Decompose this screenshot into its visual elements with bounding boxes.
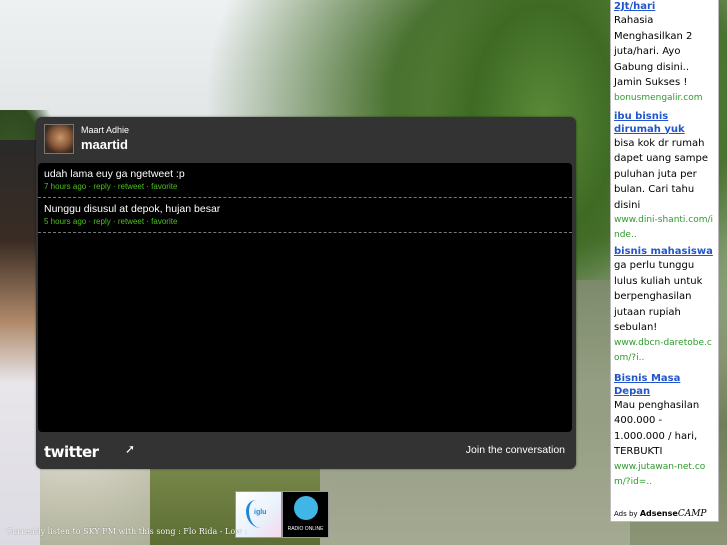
ad-item: Bisnis Masa Depan Mau penghasilan 400.00… <box>611 372 718 490</box>
ad-item: bisnis mahasiswa ga perlu tunggu lulus k… <box>611 245 718 366</box>
ad-item: 2Jt/hari Rahasia Menghasilkan 2 juta/har… <box>611 0 718 106</box>
ads-footer[interactable]: Ads by AdsenseCAMP <box>614 509 706 519</box>
tweet-reply-link[interactable]: reply <box>93 182 110 191</box>
twitter-widget-header: Maart Adhie maartid <box>36 117 576 163</box>
tweet-retweet-link[interactable]: retweet <box>118 217 144 226</box>
now-playing-status: Currently listen to SKY FM with this son… <box>6 527 248 536</box>
ad-description: ga perlu tunggu lulus kuliah untuk berpe… <box>614 260 703 333</box>
ad-description: Mau penghasilan 400.000 - 1.000.000 / ha… <box>614 399 700 458</box>
tweet-meta: 5 hours ago · reply · retweet · favorite <box>44 217 178 226</box>
twitter-real-name: Maart Adhie <box>81 125 130 135</box>
twitter-bird-icon: ➚ <box>125 442 136 456</box>
tweet-reply-link[interactable]: reply <box>93 217 110 226</box>
twitter-widget: Maart Adhie maartid udah lama euy ga nge… <box>36 117 576 469</box>
tweet-item: Nunggu disusul at depok, hujan besar 5 h… <box>38 198 572 233</box>
twitter-screen-name[interactable]: maartid <box>81 137 128 152</box>
ad-url[interactable]: www.jutawan-net.com/?id=.. <box>614 460 716 490</box>
badge-label: iglu <box>254 509 267 516</box>
tweet-text: udah lama euy ga ngetweet :p <box>44 168 185 180</box>
ad-title-link[interactable]: 2Jt/hari <box>614 0 716 13</box>
ad-item: ibu bisnis dirumah yuk bisa kok dr rumah… <box>611 110 718 244</box>
tweet-item: udah lama euy ga ngetweet :p 7 hours ago… <box>38 163 572 198</box>
tweet-text: Nunggu disusul at depok, hujan besar <box>44 203 221 215</box>
ad-description: Rahasia Menghasilkan 2 juta/hari. Ayo Ga… <box>614 15 693 88</box>
ad-description: bisa kok dr rumah dapet uang sampe puluh… <box>614 137 708 211</box>
twitter-logo[interactable]: twitter <box>44 443 99 461</box>
radio-online-badge[interactable]: RADIO ONLINE <box>282 491 329 538</box>
ad-title-link[interactable]: Bisnis Masa Depan <box>614 372 716 398</box>
tweet-meta: 7 hours ago · reply · retweet · favorite <box>44 182 178 191</box>
ads-footer-camp: CAMP <box>677 509 707 519</box>
ads-sidebar: 2Jt/hari Rahasia Menghasilkan 2 juta/har… <box>610 0 719 522</box>
ad-url[interactable]: www.dini-shanti.com/inde.. <box>614 213 716 243</box>
badge-label: RADIO ONLINE <box>287 526 324 532</box>
background-person <box>0 140 40 545</box>
tweet-retweet-link[interactable]: retweet <box>118 182 144 191</box>
tweet-time[interactable]: 5 hours ago <box>44 217 86 226</box>
ads-footer-prefix: Ads by <box>614 510 638 518</box>
tweet-favorite-link[interactable]: favorite <box>151 217 177 226</box>
ad-url[interactable]: bonusmengalir.com <box>614 91 716 106</box>
radio-icon <box>294 496 318 520</box>
ad-title-link[interactable]: bisnis mahasiswa <box>614 245 716 258</box>
tweet-list: udah lama euy ga ngetweet :p 7 hours ago… <box>38 163 572 432</box>
ad-title-link[interactable]: ibu bisnis dirumah yuk <box>614 110 716 136</box>
twitter-widget-footer: twitter ➚ Join the conversation <box>36 433 576 469</box>
join-conversation-link[interactable]: Join the conversation <box>466 444 565 456</box>
ad-url[interactable]: www.dbcn-daretobe.com/?i.. <box>614 336 716 366</box>
tweet-time[interactable]: 7 hours ago <box>44 182 86 191</box>
tweet-favorite-link[interactable]: favorite <box>151 182 177 191</box>
avatar[interactable] <box>44 124 74 154</box>
ads-footer-brand: Adsense <box>639 509 678 518</box>
